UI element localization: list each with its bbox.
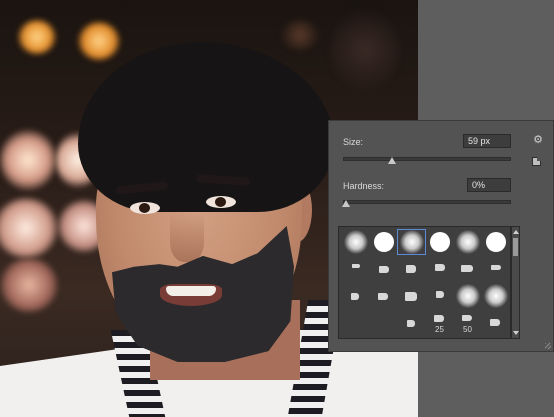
bokeh-light [0,258,58,312]
brush-tip-icon [434,315,444,322]
hardness-slider-thumb[interactable] [342,200,350,207]
size-label: Size: [343,137,364,147]
brush-preset[interactable] [370,284,397,308]
teeth [166,286,216,296]
brush-tip-icon [491,265,501,270]
bokeh-light [0,198,58,258]
brush-preset[interactable] [482,230,509,254]
scroll-down-icon[interactable] [513,331,519,335]
brush-preset[interactable] [342,311,369,335]
brush-preset[interactable] [482,284,509,308]
gear-icon[interactable]: ⚙ [532,134,544,146]
brush-preset[interactable] [370,311,397,335]
eye-right [206,196,236,208]
brush-tip-icon [351,293,359,300]
brush-preset[interactable] [342,284,369,308]
resize-grip-icon[interactable] [545,343,551,349]
hardness-slider[interactable] [343,200,511,204]
soft-round-brush-icon [399,230,424,254]
scroll-thumb[interactable] [513,238,518,256]
brush-tip-icon [406,265,416,273]
brush-preset[interactable]: 25 [426,311,453,335]
bokeh-light [330,10,400,90]
brush-tip-icon [379,266,389,273]
brush-preset[interactable] [426,257,453,281]
brush-tip-icon [405,292,417,301]
brush-preset[interactable] [454,257,481,281]
brush-preset[interactable] [454,284,481,308]
bokeh-light [0,130,56,190]
brush-preset[interactable] [370,257,397,281]
hardness-field[interactable]: 0% [467,178,511,192]
preset-scrollbar[interactable] [511,226,520,339]
hard-round-brush-icon [373,232,394,252]
brush-preset[interactable] [482,311,509,335]
brush-size-label: 25 [435,325,444,334]
brush-preset[interactable] [426,230,453,254]
hardness-label: Hardness: [343,181,385,191]
soft-round-brush-icon [343,230,368,254]
brush-tip-icon [462,315,472,321]
brush-tip-icon [490,319,500,326]
brush-preset[interactable] [398,311,425,335]
soft-round-brush-icon [483,284,508,308]
eye-left [130,202,160,214]
brush-preset-list: 25 50 [338,226,511,339]
brush-preset-picker: Size: 59 px ⚙ Hardness: 0% 25 50 [328,120,554,352]
nose [170,212,204,262]
brush-preset[interactable] [398,257,425,281]
size-field[interactable]: 59 px [463,134,511,148]
brush-preset[interactable]: 50 [454,311,481,335]
brush-preset[interactable] [454,230,481,254]
bokeh-light [18,20,56,54]
bokeh-light [280,20,320,50]
hard-round-brush-icon [429,232,450,252]
brush-preset[interactable] [397,229,426,255]
brush-tip-icon [378,293,388,300]
brush-preset[interactable] [370,230,397,254]
size-slider-thumb[interactable] [387,157,396,164]
brush-tip-icon [461,265,473,272]
brush-preset[interactable] [398,284,425,308]
brush-size-label: 50 [463,325,472,334]
brush-preset[interactable] [482,257,509,281]
brush-preset[interactable] [426,284,453,308]
scroll-up-icon[interactable] [513,230,519,234]
hard-round-brush-icon [485,232,506,252]
soft-round-brush-icon [455,230,480,254]
brush-tip-icon [436,291,444,298]
brush-preset[interactable] [342,230,369,254]
brush-tip-icon [407,320,415,327]
soft-round-brush-icon [455,284,480,308]
brush-preset[interactable] [342,257,369,281]
size-slider[interactable] [343,157,511,161]
brush-tip-icon [435,264,445,271]
new-preset-icon[interactable] [532,157,541,166]
bokeh-light [78,22,120,60]
brush-tip-icon [352,264,360,268]
